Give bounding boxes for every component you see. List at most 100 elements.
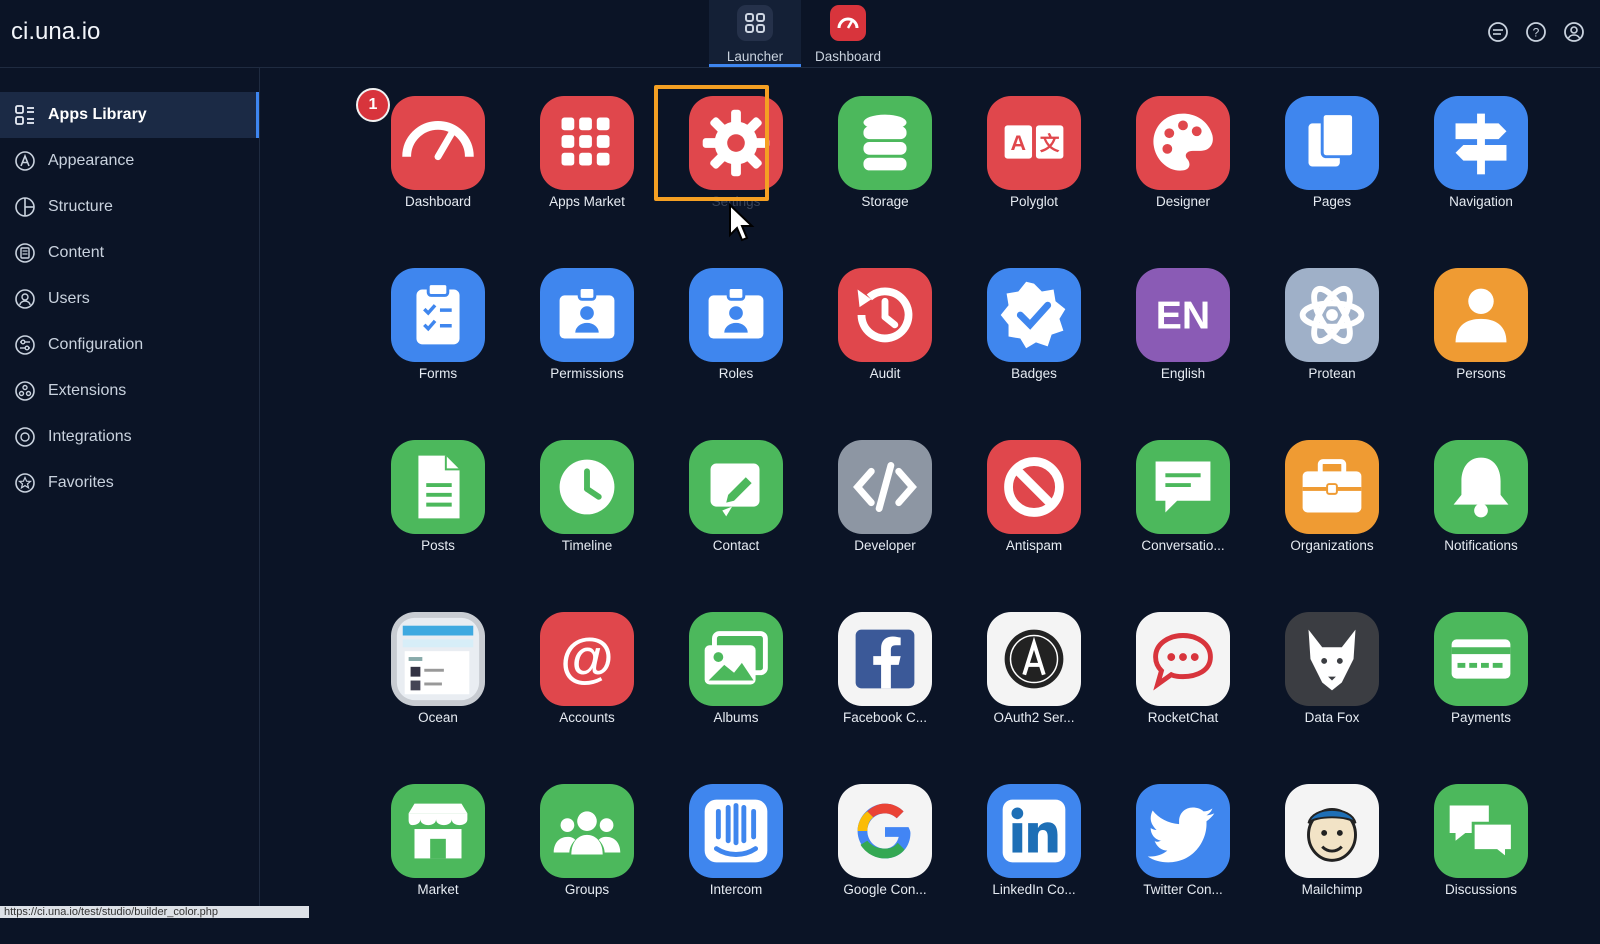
sidebar-item-structure[interactable]: Structure <box>0 184 259 230</box>
signpost-icon <box>1434 96 1528 190</box>
app-intercom[interactable]: Intercom <box>666 784 806 944</box>
top-bar: ci.una.io Launcher Dashboard ? <box>0 0 1600 68</box>
account-icon[interactable] <box>1562 20 1586 44</box>
site-brand[interactable]: ci.una.io <box>11 18 100 46</box>
app-label: Data Fox <box>1304 710 1360 725</box>
sidebar-item-integrations[interactable]: Integrations <box>0 414 259 460</box>
app-accounts[interactable]: @ Accounts <box>517 612 657 772</box>
configuration-icon <box>13 333 37 357</box>
app-ocean[interactable]: Ocean <box>368 612 508 772</box>
app-payments[interactable]: Payments <box>1411 612 1551 772</box>
app-protean[interactable]: Protean <box>1262 268 1402 428</box>
database-icon <box>838 96 932 190</box>
app-label: Albums <box>713 710 759 725</box>
app-label: Discussions <box>1444 882 1518 897</box>
sidebar-item-favorites[interactable]: Favorites <box>0 460 259 506</box>
app-label: Ocean <box>418 710 458 725</box>
chat-icon[interactable] <box>1486 20 1510 44</box>
grid-icon <box>737 5 773 41</box>
message-icon <box>1136 440 1230 534</box>
fox-icon <box>1285 612 1379 706</box>
app-twitter-con[interactable]: Twitter Con... <box>1113 784 1253 944</box>
app-albums[interactable]: Albums <box>666 612 806 772</box>
app-data-fox[interactable]: Data Fox <box>1262 612 1402 772</box>
mouse-cursor-icon <box>729 203 755 242</box>
bell-icon <box>1434 440 1528 534</box>
app-persons[interactable]: Persons <box>1411 268 1551 428</box>
app-apps-market[interactable]: Apps Market <box>517 96 657 256</box>
sidebar-item-label: Extensions <box>48 382 127 399</box>
app-posts[interactable]: Posts <box>368 440 508 600</box>
app-badges[interactable]: Badges <box>964 268 1104 428</box>
app-oauth2-ser[interactable]: OAuth2 Ser... <box>964 612 1104 772</box>
twitter-icon <box>1136 784 1230 878</box>
app-navigation[interactable]: Navigation <box>1411 96 1551 256</box>
app-label: Roles <box>718 366 754 381</box>
app-discussions[interactable]: Discussions <box>1411 784 1551 944</box>
google-icon <box>838 784 932 878</box>
app-conversatio[interactable]: Conversatio... <box>1113 440 1253 600</box>
language-en-icon: EN <box>1136 268 1230 362</box>
app-facebook-c[interactable]: Facebook C... <box>815 612 955 772</box>
app-timeline[interactable]: Timeline <box>517 440 657 600</box>
block-icon <box>987 440 1081 534</box>
app-label: Market <box>417 882 459 897</box>
sidebar-item-configuration[interactable]: Configuration <box>0 322 259 368</box>
app-organizations[interactable]: Organizations <box>1262 440 1402 600</box>
app-label: Contact <box>712 538 760 553</box>
app-label: Conversatio... <box>1141 538 1225 553</box>
sidebar-item-label: Favorites <box>48 474 114 491</box>
app-label: English <box>1160 366 1206 381</box>
appearance-icon <box>13 149 37 173</box>
app-linkedin-co[interactable]: LinkedIn Co... <box>964 784 1104 944</box>
svg-text:@: @ <box>560 627 613 689</box>
extensions-icon <box>13 379 37 403</box>
app-rocketchat[interactable]: RocketChat <box>1113 612 1253 772</box>
app-groups[interactable]: Groups <box>517 784 657 944</box>
app-label: Twitter Con... <box>1143 882 1223 897</box>
palette-icon <box>1136 96 1230 190</box>
app-google-con[interactable]: Google Con... <box>815 784 955 944</box>
favorites-icon <box>13 471 37 495</box>
tab-dashboard[interactable]: Dashboard <box>802 0 894 67</box>
app-notifications[interactable]: Notifications <box>1411 440 1551 600</box>
app-developer[interactable]: Developer <box>815 440 955 600</box>
app-pages[interactable]: Pages <box>1262 96 1402 256</box>
app-label: Permissions <box>550 366 624 381</box>
sidebar-item-extensions[interactable]: Extensions <box>0 368 259 414</box>
sidebar-item-appearance[interactable]: Appearance <box>0 138 259 184</box>
app-label: Facebook C... <box>842 710 928 725</box>
app-label: Designer <box>1155 194 1211 209</box>
app-label: Navigation <box>1449 194 1513 209</box>
app-market[interactable]: Market <box>368 784 508 944</box>
app-roles[interactable]: Roles <box>666 268 806 428</box>
users-icon <box>13 287 37 311</box>
app-forms[interactable]: Forms <box>368 268 508 428</box>
app-designer[interactable]: Designer <box>1113 96 1253 256</box>
sidebar-item-label: Configuration <box>48 336 144 353</box>
status-bar-url: https://ci.una.io/test/studio/builder_co… <box>0 906 309 918</box>
oauth-icon <box>987 612 1081 706</box>
app-mailchimp[interactable]: Mailchimp <box>1262 784 1402 944</box>
app-label: Forms <box>418 366 458 381</box>
app-permissions[interactable]: Permissions <box>517 268 657 428</box>
mailchimp-icon <box>1285 784 1379 878</box>
app-dashboard[interactable]: Dashboard <box>368 96 508 256</box>
sidebar-item-users[interactable]: Users <box>0 276 259 322</box>
app-audit[interactable]: Audit <box>815 268 955 428</box>
tab-launcher[interactable]: Launcher <box>709 0 801 67</box>
sidebar-item-label: Appearance <box>48 152 135 169</box>
sidebar-item-apps-library[interactable]: Apps Library <box>0 92 259 138</box>
help-icon[interactable]: ? <box>1524 20 1548 44</box>
app-storage[interactable]: Storage <box>815 96 955 256</box>
app-contact[interactable]: Contact <box>666 440 806 600</box>
edit-icon <box>689 440 783 534</box>
app-english[interactable]: EN English <box>1113 268 1253 428</box>
app-polyglot[interactable]: A 文 Polyglot <box>964 96 1104 256</box>
app-label: Apps Market <box>549 194 625 209</box>
code-icon <box>838 440 932 534</box>
translate-icon: A文 <box>987 96 1081 190</box>
sidebar-item-label: Users <box>48 290 90 307</box>
sidebar-item-content[interactable]: Content <box>0 230 259 276</box>
app-antispam[interactable]: Antispam <box>964 440 1104 600</box>
